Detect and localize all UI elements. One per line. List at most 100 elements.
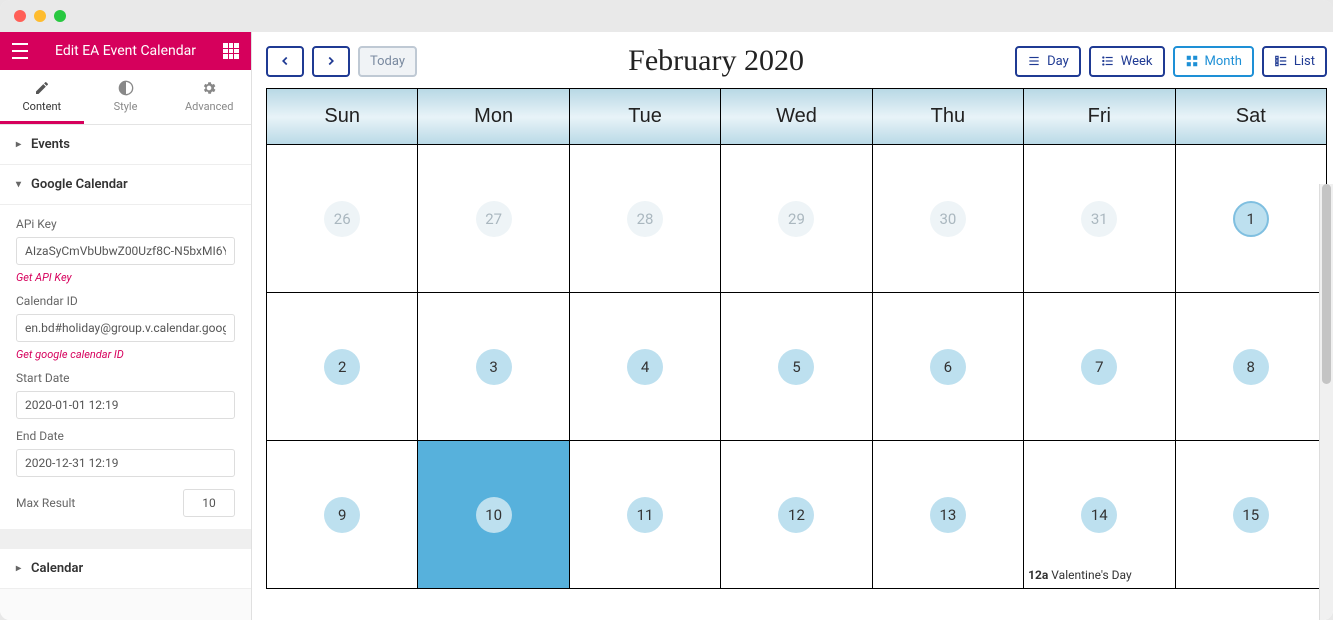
prev-button[interactable] — [266, 46, 304, 77]
calendar-cell[interactable]: 1 — [1175, 145, 1326, 293]
day-number: 1 — [1233, 201, 1269, 237]
calendar-cell[interactable]: 26 — [267, 145, 418, 293]
month-view-icon — [1185, 54, 1199, 68]
widgets-icon[interactable] — [223, 43, 239, 59]
start-date-input[interactable] — [16, 391, 235, 419]
section-events-label: Events — [31, 137, 70, 152]
get-calendar-id-link[interactable]: Get google calendar ID — [16, 348, 235, 361]
pencil-icon — [0, 80, 84, 96]
list-view-icon — [1274, 54, 1288, 68]
day-number: 27 — [476, 201, 512, 237]
day-header: Sun — [267, 89, 418, 145]
tab-style[interactable]: Style — [84, 70, 168, 124]
close-window-icon[interactable] — [14, 10, 26, 22]
tab-content[interactable]: Content — [0, 70, 84, 124]
calendar-cell[interactable]: 9 — [267, 441, 418, 589]
section-google-calendar[interactable]: ▾ Google Calendar — [0, 165, 251, 205]
day-header: Wed — [721, 89, 872, 145]
api-key-input[interactable] — [16, 237, 235, 265]
calendar-toolbar: Today February 2020 Day Week Month — [266, 38, 1327, 88]
calendar-cell[interactable]: 15 — [1175, 441, 1326, 589]
sidebar-title: Edit EA Event Calendar — [28, 43, 223, 59]
calendar-cell[interactable]: 27 — [418, 145, 569, 293]
contrast-icon — [84, 80, 168, 96]
calendar-cell[interactable]: 30 — [872, 145, 1023, 293]
calendar-cell[interactable]: 2 — [267, 293, 418, 441]
calendar-area: Today February 2020 Day Week Month — [252, 32, 1333, 620]
calendar-cell[interactable]: 14 12a Valentine's Day — [1024, 441, 1175, 589]
menu-icon[interactable] — [12, 43, 28, 59]
day-number: 15 — [1233, 497, 1269, 533]
calendar-id-label: Calendar ID — [16, 294, 235, 308]
view-month-button[interactable]: Month — [1173, 46, 1254, 77]
calendar-id-input[interactable] — [16, 314, 235, 342]
day-number: 6 — [930, 349, 966, 385]
day-number: 9 — [324, 497, 360, 533]
tab-advanced-label: Advanced — [185, 100, 233, 113]
day-number: 30 — [930, 201, 966, 237]
window-titlebar — [0, 0, 1333, 32]
next-button[interactable] — [312, 46, 350, 77]
day-number: 7 — [1081, 349, 1117, 385]
day-number: 10 — [476, 497, 512, 533]
tab-advanced[interactable]: Advanced — [167, 70, 251, 124]
tab-style-label: Style — [114, 100, 138, 113]
editor-tabs: Content Style Advanced — [0, 70, 251, 125]
day-view-icon — [1027, 54, 1041, 68]
day-header: Tue — [569, 89, 720, 145]
calendar-cell[interactable]: 3 — [418, 293, 569, 441]
chevron-right-icon — [324, 54, 338, 68]
vertical-scrollbar[interactable] — [1319, 184, 1333, 620]
day-number: 13 — [930, 497, 966, 533]
sidebar-header: Edit EA Event Calendar — [0, 32, 251, 70]
calendar-cell[interactable]: 6 — [872, 293, 1023, 441]
max-result-label: Max Result — [16, 496, 75, 510]
section-spacer — [0, 529, 251, 549]
calendar-cell[interactable]: 5 — [721, 293, 872, 441]
maximize-window-icon[interactable] — [54, 10, 66, 22]
minimize-window-icon[interactable] — [34, 10, 46, 22]
day-header: Fri — [1024, 89, 1175, 145]
calendar-cell[interactable]: 13 — [872, 441, 1023, 589]
calendar-cell[interactable]: 10 — [418, 441, 569, 589]
section-events[interactable]: ▸ Events — [0, 125, 251, 165]
day-number: 2 — [324, 349, 360, 385]
end-date-label: End Date — [16, 429, 235, 443]
view-week-button[interactable]: Week — [1089, 46, 1165, 77]
calendar-cell[interactable]: 7 — [1024, 293, 1175, 441]
day-number: 4 — [627, 349, 663, 385]
calendar-cell[interactable]: 4 — [569, 293, 720, 441]
end-date-input[interactable] — [16, 449, 235, 477]
calendar-grid: SunMonTueWedThuFriSat 262728293031123456… — [266, 88, 1327, 589]
gear-icon — [167, 80, 251, 96]
day-number: 29 — [778, 201, 814, 237]
day-number: 14 — [1081, 497, 1117, 533]
section-calendar[interactable]: ▸ Calendar — [0, 549, 251, 589]
get-api-key-link[interactable]: Get API Key — [16, 271, 235, 284]
api-key-label: APi Key — [16, 217, 235, 231]
view-list-button[interactable]: List — [1262, 46, 1327, 77]
event-label[interactable]: 12a Valentine's Day — [1028, 568, 1132, 582]
calendar-cell[interactable]: 28 — [569, 145, 720, 293]
day-number: 12 — [778, 497, 814, 533]
day-number: 3 — [476, 349, 512, 385]
day-number: 26 — [324, 201, 360, 237]
today-button[interactable]: Today — [358, 46, 417, 77]
day-header: Mon — [418, 89, 569, 145]
start-date-label: Start Date — [16, 371, 235, 385]
calendar-cell[interactable]: 31 — [1024, 145, 1175, 293]
section-calendar-label: Calendar — [31, 561, 83, 576]
calendar-title: February 2020 — [628, 44, 804, 78]
editor-sidebar: Edit EA Event Calendar Content Style — [0, 32, 252, 620]
week-view-icon — [1101, 54, 1115, 68]
view-day-button[interactable]: Day — [1015, 46, 1081, 77]
scrollbar-thumb[interactable] — [1322, 184, 1331, 384]
calendar-cell[interactable]: 12 — [721, 441, 872, 589]
day-number: 31 — [1081, 201, 1117, 237]
calendar-cell[interactable]: 29 — [721, 145, 872, 293]
caret-right-icon: ▸ — [16, 139, 21, 150]
day-header: Thu — [872, 89, 1023, 145]
calendar-cell[interactable]: 11 — [569, 441, 720, 589]
max-result-input[interactable] — [183, 489, 235, 517]
calendar-cell[interactable]: 8 — [1175, 293, 1326, 441]
